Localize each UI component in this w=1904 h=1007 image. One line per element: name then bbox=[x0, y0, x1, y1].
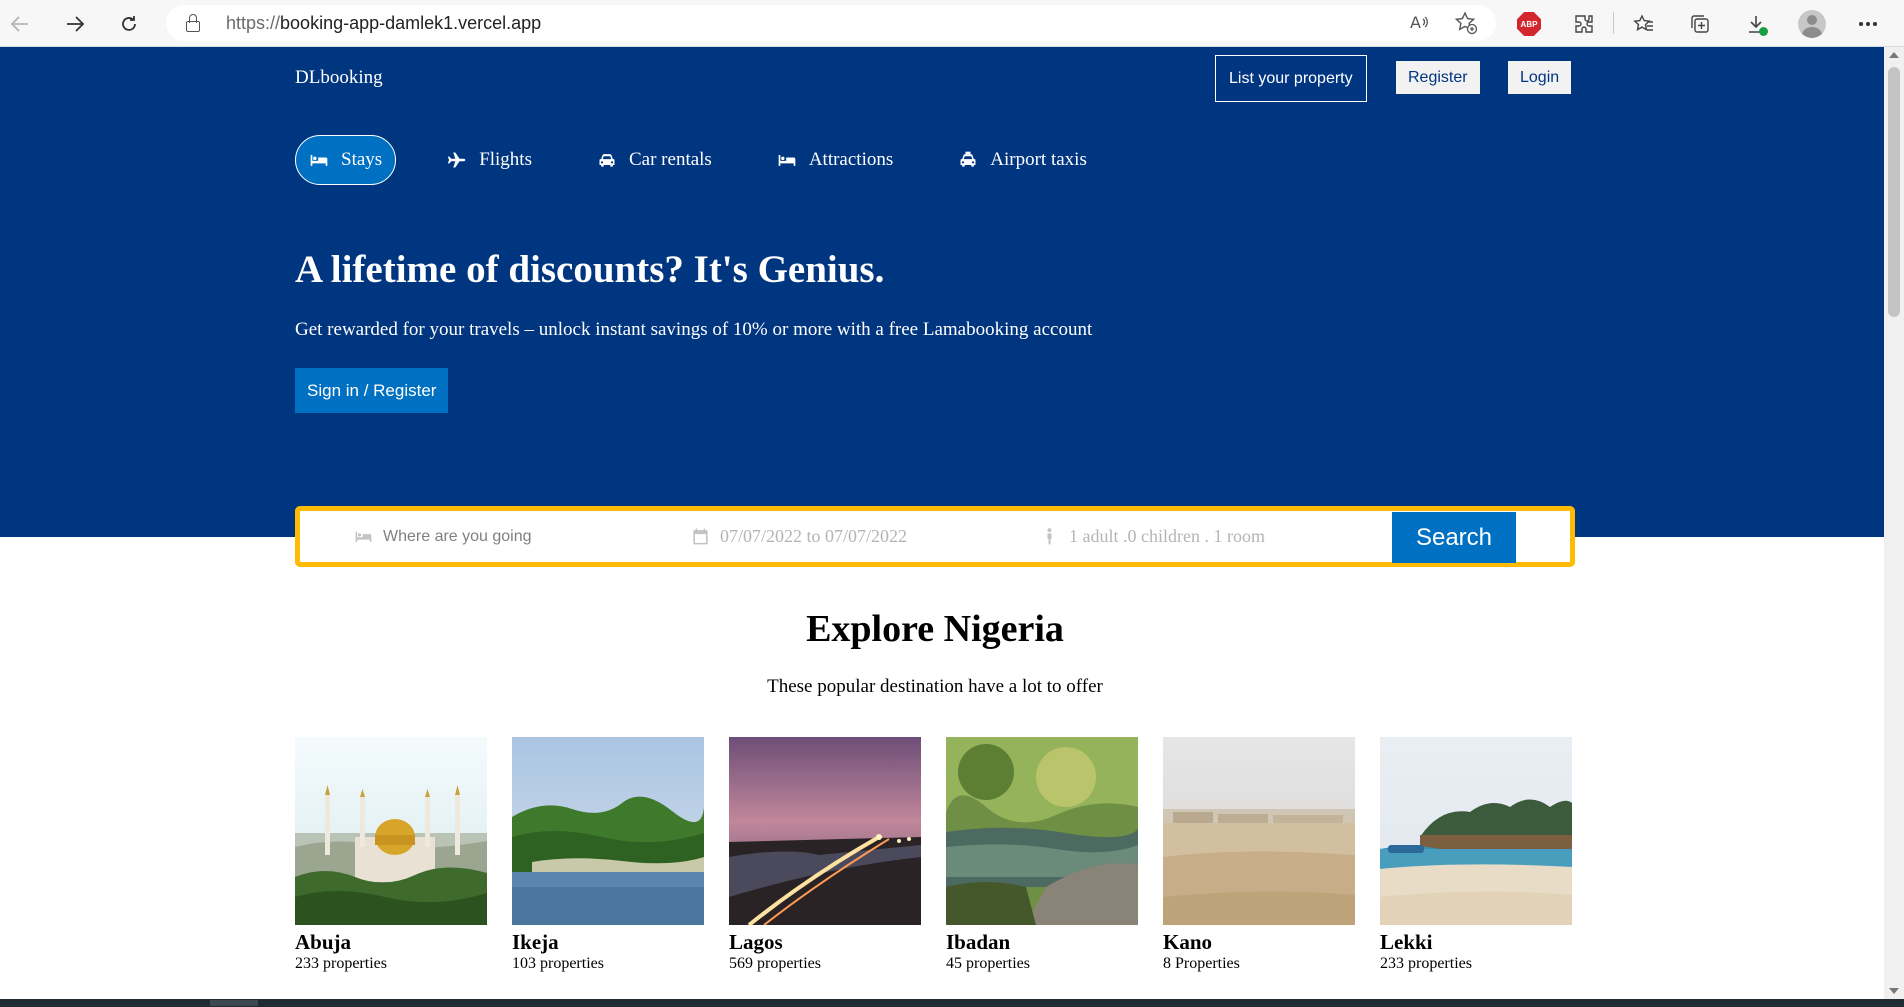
extensions-icon[interactable] bbox=[1568, 8, 1600, 40]
browser-toolbar: https://booking-app-damlek1.vercel.app A… bbox=[0, 0, 1904, 47]
city-property-count: 45 properties bbox=[946, 955, 1030, 972]
city-property-count: 8 Properties bbox=[1163, 955, 1240, 972]
city-name[interactable]: Kano bbox=[1163, 930, 1355, 954]
plane-icon bbox=[448, 152, 466, 168]
destination-field[interactable]: Where are you going bbox=[354, 511, 532, 562]
city-image-ikeja[interactable] bbox=[512, 737, 704, 925]
tab-attractions[interactable]: Attractions bbox=[763, 135, 907, 185]
city-card-ibadan[interactable]: Ibadan 45 properties bbox=[946, 737, 1138, 974]
lock-icon[interactable] bbox=[186, 14, 200, 32]
city-name[interactable]: Ikeja bbox=[512, 930, 704, 954]
guests-field[interactable]: 1 adult .0 children . 1 room bbox=[1040, 511, 1265, 562]
signin-register-button[interactable]: Sign in / Register bbox=[295, 368, 449, 413]
toolbar-divider bbox=[1613, 12, 1614, 34]
bed-icon bbox=[778, 155, 796, 166]
date-field[interactable]: 07/07/2022 to 07/07/2022 bbox=[691, 511, 907, 562]
horizontal-scrollbar[interactable] bbox=[0, 999, 1904, 1007]
hero-title: A lifetime of discounts? It's Genius. bbox=[295, 248, 885, 291]
city-property-count: 233 properties bbox=[295, 955, 387, 972]
city-name[interactable]: Lekki bbox=[1380, 930, 1572, 954]
city-card-lekki[interactable]: Lekki 233 properties bbox=[1380, 737, 1572, 974]
tab-car-rentals[interactable]: Car rentals bbox=[583, 135, 726, 185]
tab-airport-taxis[interactable]: Airport taxis bbox=[944, 135, 1101, 185]
person-icon bbox=[1047, 528, 1052, 545]
city-property-count: 103 properties bbox=[512, 955, 604, 972]
favorites-icon[interactable] bbox=[1628, 8, 1660, 40]
search-button[interactable]: Search bbox=[1392, 512, 1516, 563]
city-image-lagos[interactable] bbox=[729, 737, 921, 925]
scroll-up-arrow-icon[interactable] bbox=[1889, 52, 1899, 58]
tab-stays[interactable]: Stays bbox=[295, 135, 397, 185]
adblock-plus-icon[interactable]: ABP bbox=[1513, 8, 1545, 40]
url-text[interactable]: https://booking-app-damlek1.vercel.app bbox=[226, 13, 541, 34]
explore-title: Explore Nigeria bbox=[806, 608, 1064, 650]
tab-label: Attractions bbox=[808, 149, 894, 170]
calendar-icon bbox=[693, 528, 708, 545]
city-name[interactable]: Ibadan bbox=[946, 930, 1138, 954]
list-property-button[interactable]: List your property bbox=[1215, 55, 1367, 102]
city-card-kano[interactable]: Kano 8 Properties bbox=[1163, 737, 1355, 974]
guests-text[interactable]: 1 adult .0 children . 1 room bbox=[1069, 526, 1265, 547]
forward-button[interactable] bbox=[59, 8, 91, 40]
collections-icon[interactable] bbox=[1684, 8, 1716, 40]
city-property-count: 233 properties bbox=[1380, 955, 1472, 972]
city-card-abuja[interactable]: Abuja 233 properties bbox=[295, 737, 487, 974]
explore-subtitle: These popular destination have a lot to … bbox=[767, 676, 1103, 697]
city-name[interactable]: Lagos bbox=[729, 930, 921, 954]
city-card-lagos[interactable]: Lagos 569 properties bbox=[729, 737, 921, 974]
address-bar[interactable]: https://booking-app-damlek1.vercel.app A bbox=[166, 5, 1496, 41]
tab-label: Flights bbox=[479, 149, 532, 170]
svg-text:A: A bbox=[1410, 13, 1421, 32]
hero-section: DLbooking List your property Register Lo… bbox=[0, 47, 1884, 537]
nav-tabs: Stays Flights Car rentals Attractions Ai… bbox=[295, 135, 1138, 185]
bed-icon bbox=[355, 531, 372, 543]
profile-avatar[interactable] bbox=[1796, 8, 1828, 40]
city-card-ikeja[interactable]: Ikeja 103 properties bbox=[512, 737, 704, 974]
city-name[interactable]: Abuja bbox=[295, 930, 487, 954]
login-button[interactable]: Login bbox=[1508, 61, 1572, 94]
car-icon bbox=[599, 154, 615, 167]
city-image-abuja[interactable] bbox=[295, 737, 487, 925]
bed-icon bbox=[310, 155, 328, 166]
hero-subtitle: Get rewarded for your travels – unlock i… bbox=[295, 319, 1093, 340]
read-aloud-icon[interactable]: A bbox=[1409, 11, 1431, 38]
city-image-lekki[interactable] bbox=[1380, 737, 1572, 925]
favorite-add-icon[interactable] bbox=[1454, 11, 1478, 40]
tab-label: Airport taxis bbox=[990, 149, 1087, 170]
horizontal-scroll-thumb[interactable] bbox=[210, 1000, 258, 1006]
search-bar: Where are you going 07/07/2022 to 07/07/… bbox=[295, 506, 1575, 567]
scroll-thumb[interactable] bbox=[1888, 67, 1900, 317]
destination-placeholder[interactable]: Where are you going bbox=[383, 528, 532, 546]
tab-flights[interactable]: Flights bbox=[433, 135, 546, 185]
vertical-scrollbar[interactable] bbox=[1884, 47, 1904, 999]
back-button[interactable] bbox=[4, 8, 36, 40]
refresh-button[interactable] bbox=[113, 8, 145, 40]
taxi-icon bbox=[960, 151, 976, 167]
city-image-kano[interactable] bbox=[1163, 737, 1355, 925]
register-button[interactable]: Register bbox=[1396, 61, 1480, 94]
page-viewport: DLbooking List your property Register Lo… bbox=[0, 47, 1884, 999]
logo[interactable]: DLbooking bbox=[295, 67, 383, 89]
city-image-ibadan[interactable] bbox=[946, 737, 1138, 925]
date-range-text[interactable]: 07/07/2022 to 07/07/2022 bbox=[720, 526, 907, 547]
tab-label: Stays bbox=[341, 149, 383, 170]
tab-label: Car rentals bbox=[629, 149, 712, 170]
downloads-icon[interactable] bbox=[1740, 8, 1772, 40]
city-cards: Abuja 233 properties Ikeja 103 propertie… bbox=[295, 737, 1575, 997]
more-menu-icon[interactable] bbox=[1852, 8, 1884, 40]
download-complete-badge bbox=[1759, 27, 1768, 36]
scroll-down-arrow-icon[interactable] bbox=[1889, 988, 1899, 994]
city-property-count: 569 properties bbox=[729, 955, 821, 972]
